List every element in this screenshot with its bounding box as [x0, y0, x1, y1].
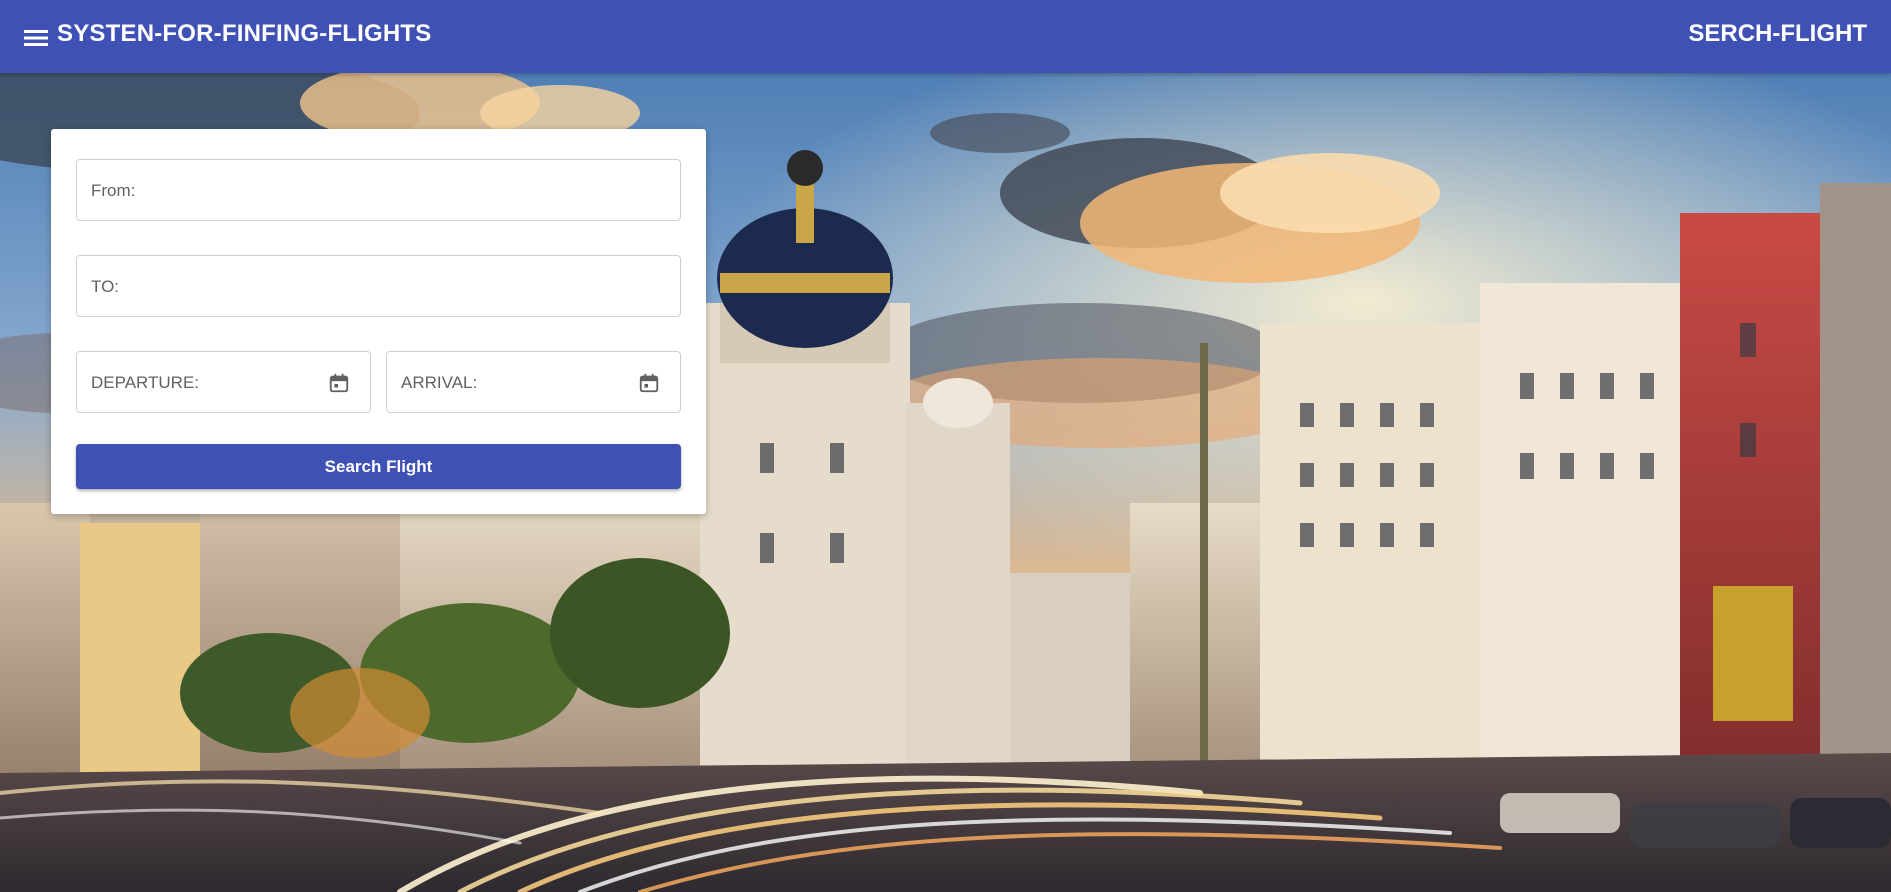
departure-input[interactable]: [89, 352, 313, 414]
flight-search-card: Search Flight: [51, 129, 706, 514]
departure-field[interactable]: [76, 351, 371, 414]
menu-icon[interactable]: [18, 20, 54, 56]
to-field[interactable]: [76, 255, 681, 318]
arrival-input[interactable]: [399, 352, 623, 414]
app-bar: SYSTEN-FOR-FINFING-FLIGHTS SERCH-FLIGHT: [0, 0, 1891, 73]
from-input[interactable]: [89, 160, 673, 222]
to-input[interactable]: [89, 256, 673, 318]
search-flight-button[interactable]: Search Flight: [76, 444, 681, 489]
departure-calendar-icon[interactable]: [328, 372, 350, 394]
arrival-calendar-icon[interactable]: [638, 372, 660, 394]
from-field[interactable]: [76, 159, 681, 222]
app-title: SYSTEN-FOR-FINFING-FLIGHTS: [57, 20, 432, 47]
arrival-field[interactable]: [386, 351, 681, 414]
search-flight-nav-link[interactable]: SERCH-FLIGHT: [1688, 20, 1867, 48]
